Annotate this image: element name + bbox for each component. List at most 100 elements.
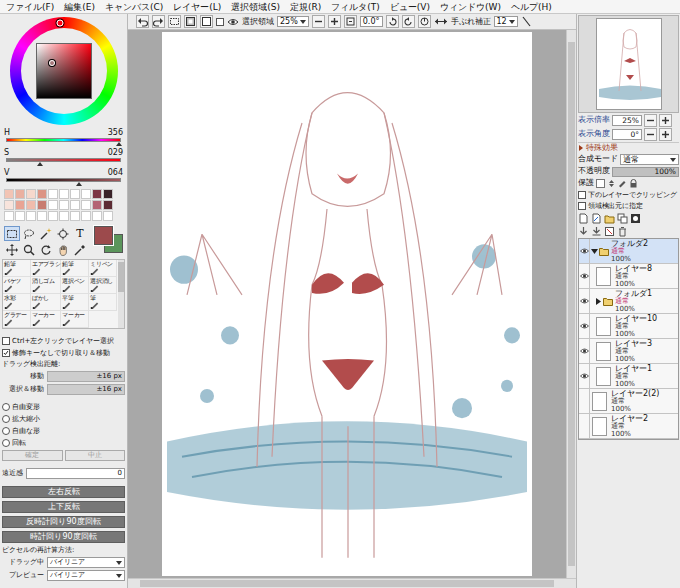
view-angle-plus-button[interactable] [659,128,672,141]
rotate-reset-button[interactable] [418,15,431,28]
menu-item[interactable]: レイヤー(L) [173,1,221,13]
slider-value[interactable]: 356 [108,128,123,137]
pen-pressure-icon[interactable] [521,16,532,27]
clear-button[interactable] [200,15,213,28]
color-swatch[interactable] [59,211,69,221]
collapsed-arrow-icon[interactable] [595,298,602,305]
clear-layer-icon[interactable] [604,226,615,237]
tool-button[interactable] [55,242,71,257]
slider-value[interactable]: 064 [108,168,123,177]
radio-button[interactable] [2,427,10,435]
transfer-down-icon[interactable] [578,226,589,237]
slider-thumb[interactable] [116,142,122,146]
transform-action-button[interactable]: 左右反転 [2,486,125,498]
slider-track[interactable] [6,158,121,162]
slider-thumb[interactable] [37,162,43,166]
transform-action-button[interactable]: 反時計回り90度回転 [2,516,125,528]
visibility-toggle[interactable] [579,239,590,263]
zoom-out-button[interactable] [312,15,325,28]
slider-thumb[interactable] [76,182,82,186]
color-swatch[interactable] [59,189,69,199]
new-layer-icon[interactable] [578,213,589,224]
color-swatch[interactable] [4,200,14,210]
visibility-toggle[interactable] [579,289,590,313]
slider-value[interactable]: 029 [108,148,123,157]
color-swatch[interactable] [4,211,14,221]
brush-slot[interactable]: マーカー [61,311,89,328]
paint-lock-icon[interactable] [618,179,627,188]
color-swatch[interactable] [81,200,91,210]
color-swatch[interactable] [81,189,91,199]
color-swatch[interactable] [37,211,47,221]
mask-icon[interactable] [630,213,641,224]
slider-track[interactable] [6,178,121,182]
navigator-preview[interactable] [578,15,679,113]
menu-item[interactable]: ウィンドウ(W) [440,1,501,13]
undo-button[interactable] [136,15,149,28]
color-swatch[interactable] [26,189,36,199]
tool-button[interactable] [72,242,88,257]
color-swatch[interactable] [81,211,91,221]
brush-slot[interactable]: エアブラシ [31,260,62,277]
checkbox[interactable] [216,18,224,26]
color-swatch[interactable] [15,189,25,199]
transform-action-button[interactable]: 上下反転 [2,501,125,513]
hue-marker[interactable] [57,19,64,26]
view-zoom-plus-button[interactable] [659,114,672,127]
brush-slot[interactable]: バケツ [3,277,31,294]
brush-slot[interactable]: 筆 [89,294,117,311]
layer-option-row[interactable]: 領域検出元に指定 [578,201,679,211]
transform-radio-row[interactable]: 自由な形 [2,426,125,436]
color-swatch[interactable] [59,200,69,210]
dropdown-arrow-icon[interactable] [670,158,676,162]
blend-mode-select[interactable]: 通常 [620,154,679,165]
scroll-thumb[interactable] [118,262,124,292]
canvas[interactable] [162,32,532,576]
angle-field[interactable]: 0.0° [360,16,383,27]
brush-slot[interactable]: 鉛筆 [3,260,31,277]
layer-row[interactable]: レイヤー8通常100% [579,264,678,289]
transform-radio-row[interactable]: 拡大縮小 [2,414,125,424]
menu-item[interactable]: ヘルプ(H) [511,1,552,13]
opacity-slider[interactable]: 100% [612,167,679,177]
effects-section-header[interactable]: 特殊効果 [578,142,679,153]
color-swatch[interactable] [92,189,102,199]
layer-row[interactable]: レイヤー1通常100% [579,364,678,389]
menu-item[interactable]: ファイル(F) [6,1,54,13]
foreground-color[interactable] [94,226,113,245]
tool-button[interactable] [55,226,71,241]
color-swatch[interactable] [26,211,36,221]
move-lock-icon[interactable] [607,179,616,188]
zoom-reset-button[interactable] [344,15,357,28]
color-swatch[interactable] [103,200,113,210]
checkbox[interactable] [578,191,586,199]
dropdown-arrow-icon[interactable] [116,561,122,565]
option-checkbox-row[interactable]: Ctrl+左クリックでレイヤー選択 [2,336,125,346]
vertical-scrollbar[interactable] [566,30,576,578]
tool-button[interactable]: T [72,226,88,241]
radio-button[interactable] [2,415,10,423]
distance-field[interactable]: ±16 px [47,384,125,395]
flip-icon[interactable] [434,16,448,27]
checkbox[interactable] [2,337,10,345]
color-swatch[interactable] [15,200,25,210]
rotate-right-button[interactable] [402,15,415,28]
color-swatch[interactable] [15,211,25,221]
color-swatch[interactable] [103,189,113,199]
lock-icon[interactable] [629,179,638,188]
color-swatch[interactable] [70,189,80,199]
new-vector-layer-icon[interactable] [591,213,602,224]
option-checkbox-row[interactable]: 修飾キーなしで切り取り＆移動 [2,348,125,358]
color-swatch[interactable] [37,200,47,210]
horizontal-scrollbar[interactable] [128,578,576,588]
color-swatch[interactable] [48,189,58,199]
visibility-toggle[interactable] [579,314,590,338]
visibility-toggle[interactable] [579,264,590,288]
hsv-slider[interactable]: V064 [2,168,125,186]
checkbox[interactable] [2,349,10,357]
view-angle-minus-button[interactable] [644,128,657,141]
slider-track[interactable] [6,138,121,142]
new-folder-icon[interactable] [604,213,615,224]
dropdown-arrow-icon[interactable] [509,20,515,24]
dropdown-arrow-icon[interactable] [116,574,122,578]
